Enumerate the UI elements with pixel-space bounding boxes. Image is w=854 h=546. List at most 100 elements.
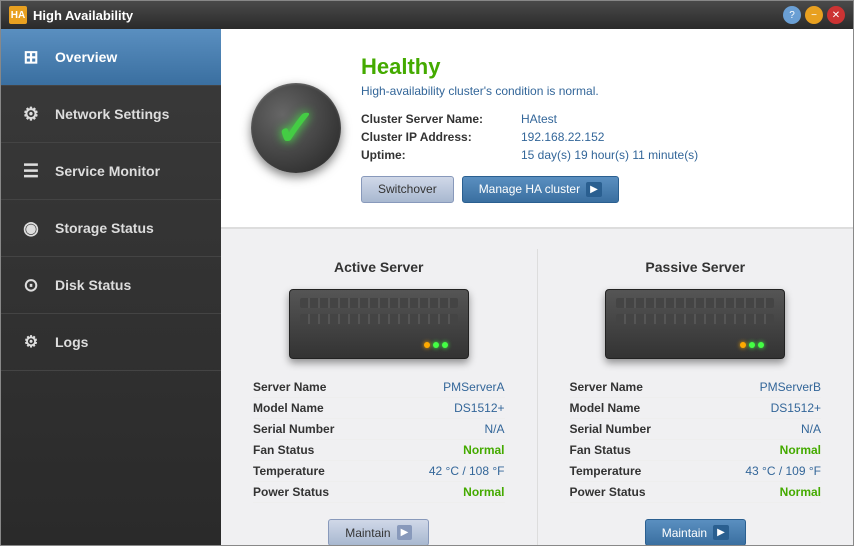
manage-arrow-icon: ▶: [586, 182, 602, 197]
info-table: Cluster Server Name: HAtest Cluster IP A…: [361, 112, 823, 162]
passive-fan-row: Fan Status Normal: [570, 440, 822, 461]
sidebar-item-service-label: Service Monitor: [55, 163, 160, 179]
window-controls: ? − ✕: [783, 6, 845, 24]
active-serial-label: Serial Number: [253, 422, 334, 436]
active-server-footer: Maintain ▶: [251, 519, 507, 545]
passive-temp-label: Temperature: [570, 464, 642, 478]
active-model-label: Model Name: [253, 401, 324, 415]
passive-serial-value: N/A: [801, 422, 821, 436]
active-power-value: Normal: [463, 485, 504, 499]
active-serial-value: N/A: [484, 422, 504, 436]
active-maintain-button[interactable]: Maintain ▶: [328, 519, 429, 545]
active-server-image: [289, 289, 469, 359]
service-icon: [17, 157, 45, 185]
active-maintain-arrow-icon: ▶: [397, 525, 413, 540]
active-name-row: Server Name PMServerA: [253, 377, 505, 398]
network-icon: [17, 100, 45, 128]
active-model-value: DS1512+: [454, 401, 504, 415]
content-area: ✓ Healthy High-availability cluster's co…: [221, 29, 853, 545]
minimize-button[interactable]: −: [805, 6, 823, 24]
active-serial-row: Serial Number N/A: [253, 419, 505, 440]
passive-name-row: Server Name PMServerB: [570, 377, 822, 398]
active-server-lights: [424, 342, 448, 348]
active-temp-value: 42 °C / 108 °F: [429, 464, 505, 478]
switchover-button[interactable]: Switchover: [361, 176, 454, 203]
active-fan-row: Fan Status Normal: [253, 440, 505, 461]
passive-model-value: DS1512+: [771, 401, 821, 415]
health-icon-container: ✓: [251, 83, 341, 173]
logs-icon: [17, 328, 45, 356]
sidebar-item-network[interactable]: Network Settings: [1, 86, 221, 143]
action-buttons: Switchover Manage HA cluster ▶: [361, 176, 823, 203]
manage-ha-label: Manage HA cluster: [479, 182, 580, 196]
passive-serial-label: Serial Number: [570, 422, 651, 436]
passive-server-footer: Maintain ▶: [568, 519, 824, 545]
sidebar: Overview Network Settings Service Monito…: [1, 29, 221, 545]
cluster-ip-row: Cluster IP Address: 192.168.22.152: [361, 130, 823, 144]
sidebar-item-logs-label: Logs: [55, 334, 88, 350]
sidebar-item-network-label: Network Settings: [55, 106, 169, 122]
status-title: Healthy: [361, 54, 823, 80]
server-light-3: [442, 342, 448, 348]
active-power-label: Power Status: [253, 485, 329, 499]
passive-server-title: Passive Server: [568, 259, 824, 275]
passive-power-row: Power Status Normal: [570, 482, 822, 503]
passive-server-light-3: [758, 342, 764, 348]
uptime-value: 15 day(s) 19 hour(s) 11 minute(s): [521, 148, 698, 162]
passive-temp-row: Temperature 43 °C / 109 °F: [570, 461, 822, 482]
cluster-ip-value: 192.168.22.152: [521, 130, 604, 144]
cluster-ip-label: Cluster IP Address:: [361, 130, 521, 144]
cluster-name-label: Cluster Server Name:: [361, 112, 521, 126]
sidebar-item-storage[interactable]: Storage Status: [1, 200, 221, 257]
servers-section: Active Server Server Name PMServerA: [221, 229, 853, 545]
sidebar-item-disk[interactable]: Disk Status: [1, 257, 221, 314]
active-name-value: PMServerA: [443, 380, 504, 394]
active-power-row: Power Status Normal: [253, 482, 505, 503]
uptime-label: Uptime:: [361, 148, 521, 162]
sidebar-item-disk-label: Disk Status: [55, 277, 131, 293]
active-fan-value: Normal: [463, 443, 504, 457]
sidebar-item-logs[interactable]: Logs: [1, 314, 221, 371]
sidebar-item-service[interactable]: Service Monitor: [1, 143, 221, 200]
passive-server-details: Server Name PMServerB Model Name DS1512+…: [568, 375, 824, 505]
manage-ha-button[interactable]: Manage HA cluster ▶: [462, 176, 619, 203]
status-section: ✓ Healthy High-availability cluster's co…: [221, 29, 853, 229]
active-fan-label: Fan Status: [253, 443, 314, 457]
active-model-row: Model Name DS1512+: [253, 398, 505, 419]
passive-power-label: Power Status: [570, 485, 646, 499]
status-info: Healthy High-availability cluster's cond…: [361, 54, 823, 203]
active-name-label: Server Name: [253, 380, 326, 394]
close-button[interactable]: ✕: [827, 6, 845, 24]
sidebar-item-overview-label: Overview: [55, 49, 117, 65]
sidebar-item-overview[interactable]: Overview: [1, 29, 221, 86]
overview-icon: [17, 43, 45, 71]
passive-server-image: [605, 289, 785, 359]
disk-icon: [17, 271, 45, 299]
passive-name-label: Server Name: [570, 380, 643, 394]
app-icon: HA: [9, 6, 27, 24]
passive-model-label: Model Name: [570, 401, 641, 415]
passive-maintain-button[interactable]: Maintain ▶: [645, 519, 746, 545]
passive-fan-label: Fan Status: [570, 443, 631, 457]
active-temp-label: Temperature: [253, 464, 325, 478]
passive-maintain-label: Maintain: [662, 526, 707, 540]
cluster-name-row: Cluster Server Name: HAtest: [361, 112, 823, 126]
server-light-2: [433, 342, 439, 348]
server-light-1: [424, 342, 430, 348]
active-server-details: Server Name PMServerA Model Name DS1512+…: [251, 375, 507, 505]
passive-temp-value: 43 °C / 109 °F: [745, 464, 821, 478]
passive-server-light-2: [749, 342, 755, 348]
active-server-panel: Active Server Server Name PMServerA: [221, 249, 538, 545]
passive-model-row: Model Name DS1512+: [570, 398, 822, 419]
passive-server-light-1: [740, 342, 746, 348]
passive-server-lights: [740, 342, 764, 348]
status-subtitle: High-availability cluster's condition is…: [361, 84, 823, 98]
help-button[interactable]: ?: [783, 6, 801, 24]
passive-server-panel: Passive Server Server Name PMServerB: [538, 249, 854, 545]
passive-maintain-arrow-icon: ▶: [713, 525, 729, 540]
window-title: High Availability: [33, 8, 133, 23]
cluster-name-value: HAtest: [521, 112, 557, 126]
passive-power-value: Normal: [780, 485, 821, 499]
passive-serial-row: Serial Number N/A: [570, 419, 822, 440]
sidebar-item-storage-label: Storage Status: [55, 220, 154, 236]
